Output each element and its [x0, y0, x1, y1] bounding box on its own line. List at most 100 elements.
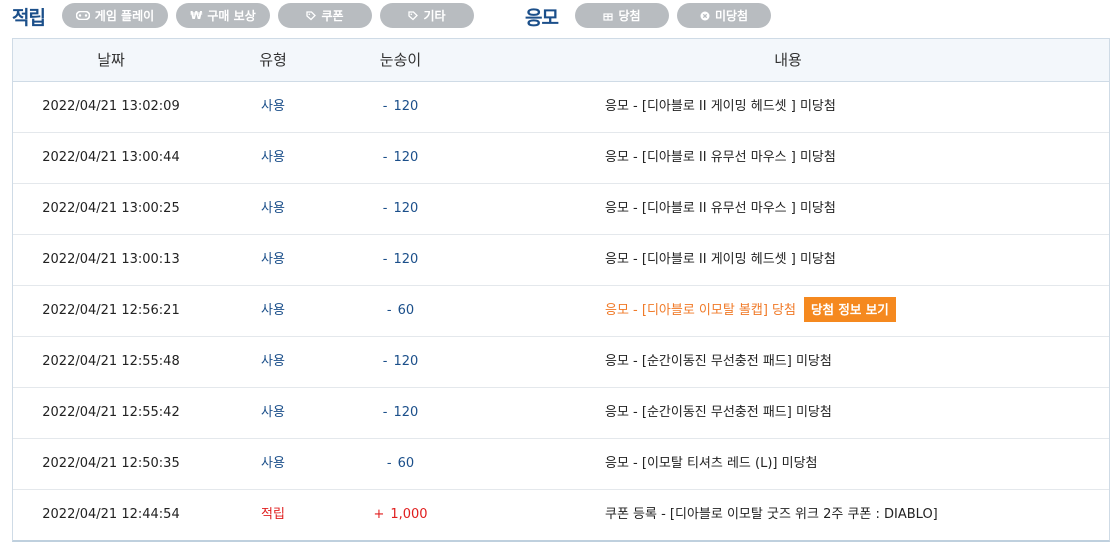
earn-filter-title: 적립 [12, 7, 46, 29]
header-content: 내용 [774, 51, 802, 69]
table-row: 2022/04/21 12:56:21 사용 -60 응모 - [디아블로 이모탈 볼… [13, 286, 1109, 337]
filter-etc-button[interactable]: 기타 [380, 3, 474, 28]
row-amount-sign: - [382, 252, 388, 267]
row-amount-sign: - [382, 150, 388, 165]
row-date: 2022/04/21 12:50:35 [42, 456, 180, 471]
row-content: 응모 - [순간이동진 무선충전 패드] 미당첨 [605, 388, 1105, 438]
table-row: 2022/04/21 12:55:48 사용 -120 응모 - [순간이동진 무선충… [13, 337, 1109, 388]
row-amount: -120 [338, 184, 463, 234]
row-amount-value: 120 [393, 405, 419, 420]
row-content-text: 응모 - [디아블로 II 게이밍 헤드셋 ] 미당첨 [605, 252, 836, 267]
row-amount: +1,000 [338, 490, 463, 540]
table-row: 2022/04/21 13:00:25 사용 -120 응모 - [디아블로 II 유… [13, 184, 1109, 235]
filter-game-play-button[interactable]: 게임 플레이 [62, 3, 168, 28]
row-amount-value: 120 [393, 150, 419, 165]
tag-icon [408, 10, 419, 21]
filter-game-play-label: 게임 플레이 [94, 9, 155, 23]
filter-purchase-reward-button[interactable]: ₩ 구매 보상 [176, 3, 270, 28]
row-amount: -60 [338, 286, 463, 336]
row-amount: -120 [338, 82, 463, 132]
table-row: 2022/04/21 13:00:13 사용 -120 응모 - [디아블로 II 게… [13, 235, 1109, 286]
row-type: 사용 [261, 303, 285, 318]
history-table: 날짜 유형 눈송이 내용 2022/04/21 13:02:09 사용 -120 응모… [12, 38, 1110, 542]
row-date: 2022/04/21 12:55:48 [42, 354, 180, 369]
table-row: 2022/04/21 12:50:35 사용 -60 응모 - [이모탈 티셔츠 레드… [13, 439, 1109, 490]
row-date: 2022/04/21 13:00:25 [42, 201, 180, 216]
row-date: 2022/04/21 13:02:09 [42, 99, 180, 114]
row-amount-value: 1,000 [390, 507, 428, 522]
row-type: 사용 [261, 99, 285, 114]
row-content: 응모 - [순간이동진 무선충전 패드] 미당첨 [605, 337, 1105, 387]
row-amount: -120 [338, 388, 463, 438]
row-type: 사용 [261, 354, 285, 369]
row-content: 응모 - [이모탈 티셔츠 레드 (L)] 미당첨 [605, 439, 1105, 489]
row-amount-sign: - [382, 99, 388, 114]
gift-icon [603, 11, 614, 21]
row-amount-sign: - [382, 354, 388, 369]
x-circle-icon [700, 11, 710, 21]
row-amount-sign: - [382, 405, 388, 420]
filter-win-label: 당첨 [618, 9, 641, 23]
filter-etc-label: 기타 [423, 9, 446, 23]
row-amount-sign: - [382, 201, 388, 216]
header-date: 날짜 [97, 51, 125, 69]
row-content-text: 응모 - [디아블로 II 유무선 마우스 ] 미당첨 [605, 150, 836, 165]
row-amount-sign: - [386, 456, 392, 471]
filter-win-button[interactable]: 당첨 [575, 3, 669, 28]
table-row: 2022/04/21 13:00:44 사용 -120 응모 - [디아블로 II 유… [13, 133, 1109, 184]
row-amount-sign: - [386, 303, 392, 318]
won-icon: ₩ [190, 9, 203, 22]
row-amount: -120 [338, 235, 463, 285]
row-content: 응모 - [디아블로 II 유무선 마우스 ] 미당첨 [605, 133, 1105, 183]
row-content-text: 응모 - [이모탈 티셔츠 레드 (L)] 미당첨 [605, 456, 818, 471]
row-content-text: 응모 - [디아블로 II 게이밍 헤드셋 ] 미당첨 [605, 99, 836, 114]
row-content: 응모 - [디아블로 II 유무선 마우스 ] 미당첨 [605, 184, 1105, 234]
filter-purchase-reward-label: 구매 보상 [207, 9, 256, 23]
row-amount-sign: + [373, 507, 385, 522]
tag-icon [306, 10, 317, 21]
row-type: 사용 [261, 150, 285, 165]
row-date: 2022/04/21 12:55:42 [42, 405, 180, 420]
row-content-text: 응모 - [순간이동진 무선충전 패드] 미당첨 [605, 405, 832, 420]
filter-bar: 적립 게임 플레이 ₩ 구매 보상 쿠폰 기타 응모 당첨 미당첨 [0, 0, 1120, 32]
row-amount-value: 120 [393, 252, 419, 267]
filter-coupon-button[interactable]: 쿠폰 [278, 3, 372, 28]
row-amount: -60 [338, 439, 463, 489]
row-date: 2022/04/21 13:00:44 [42, 150, 180, 165]
row-content: 쿠폰 등록 - [디아블로 이모탈 굿즈 위크 2주 쿠폰 : DIABLO] [605, 490, 1105, 540]
row-amount: -120 [338, 133, 463, 183]
row-type: 사용 [261, 456, 285, 471]
row-content: 응모 - [디아블로 II 게이밍 헤드셋 ] 미당첨 [605, 82, 1105, 132]
row-content: 응모 - [디아블로 II 게이밍 헤드셋 ] 미당첨 [605, 235, 1105, 285]
filter-coupon-label: 쿠폰 [321, 9, 344, 23]
view-win-info-button[interactable]: 당첨 정보 보기 [803, 297, 896, 322]
row-amount-value: 60 [397, 303, 415, 318]
filter-lose-label: 미당첨 [714, 9, 749, 23]
row-content-text: 응모 - [순간이동진 무선충전 패드] 미당첨 [605, 354, 832, 369]
row-amount-value: 120 [393, 99, 419, 114]
row-content-text: 응모 - [디아블로 II 유무선 마우스 ] 미당첨 [605, 201, 836, 216]
row-date: 2022/04/21 12:44:54 [42, 507, 180, 522]
row-type: 적립 [261, 507, 285, 522]
row-amount-value: 120 [393, 354, 419, 369]
row-type: 사용 [261, 201, 285, 216]
row-date: 2022/04/21 12:56:21 [42, 303, 180, 318]
table-row: 2022/04/21 12:44:54 적립 +1,000 쿠폰 등록 - [디아블로… [13, 490, 1109, 540]
row-content-text: 쿠폰 등록 - [디아블로 이모탈 굿즈 위크 2주 쿠폰 : DIABLO] [605, 507, 938, 522]
row-date: 2022/04/21 13:00:13 [42, 252, 180, 267]
row-amount-value: 120 [393, 201, 419, 216]
row-type: 사용 [261, 252, 285, 267]
row-content: 응모 - [디아블로 이모탈 볼캡] 당첨 당첨 정보 보기 [605, 286, 1105, 336]
row-type: 사용 [261, 405, 285, 420]
gamepad-icon [75, 11, 90, 20]
filter-lose-button[interactable]: 미당첨 [677, 3, 771, 28]
header-amount: 눈송이 [379, 51, 422, 69]
table-row: 2022/04/21 13:02:09 사용 -120 응모 - [디아블로 II 게… [13, 82, 1109, 133]
table-row: 2022/04/21 12:55:42 사용 -120 응모 - [순간이동진 무선충… [13, 388, 1109, 439]
row-amount: -120 [338, 337, 463, 387]
row-amount-value: 60 [397, 456, 415, 471]
header-type: 유형 [259, 51, 287, 69]
table-header: 날짜 유형 눈송이 내용 [13, 39, 1109, 82]
row-content-text: 응모 - [디아블로 이모탈 볼캡] 당첨 [605, 303, 796, 318]
entry-filter-title: 응모 [525, 7, 559, 29]
